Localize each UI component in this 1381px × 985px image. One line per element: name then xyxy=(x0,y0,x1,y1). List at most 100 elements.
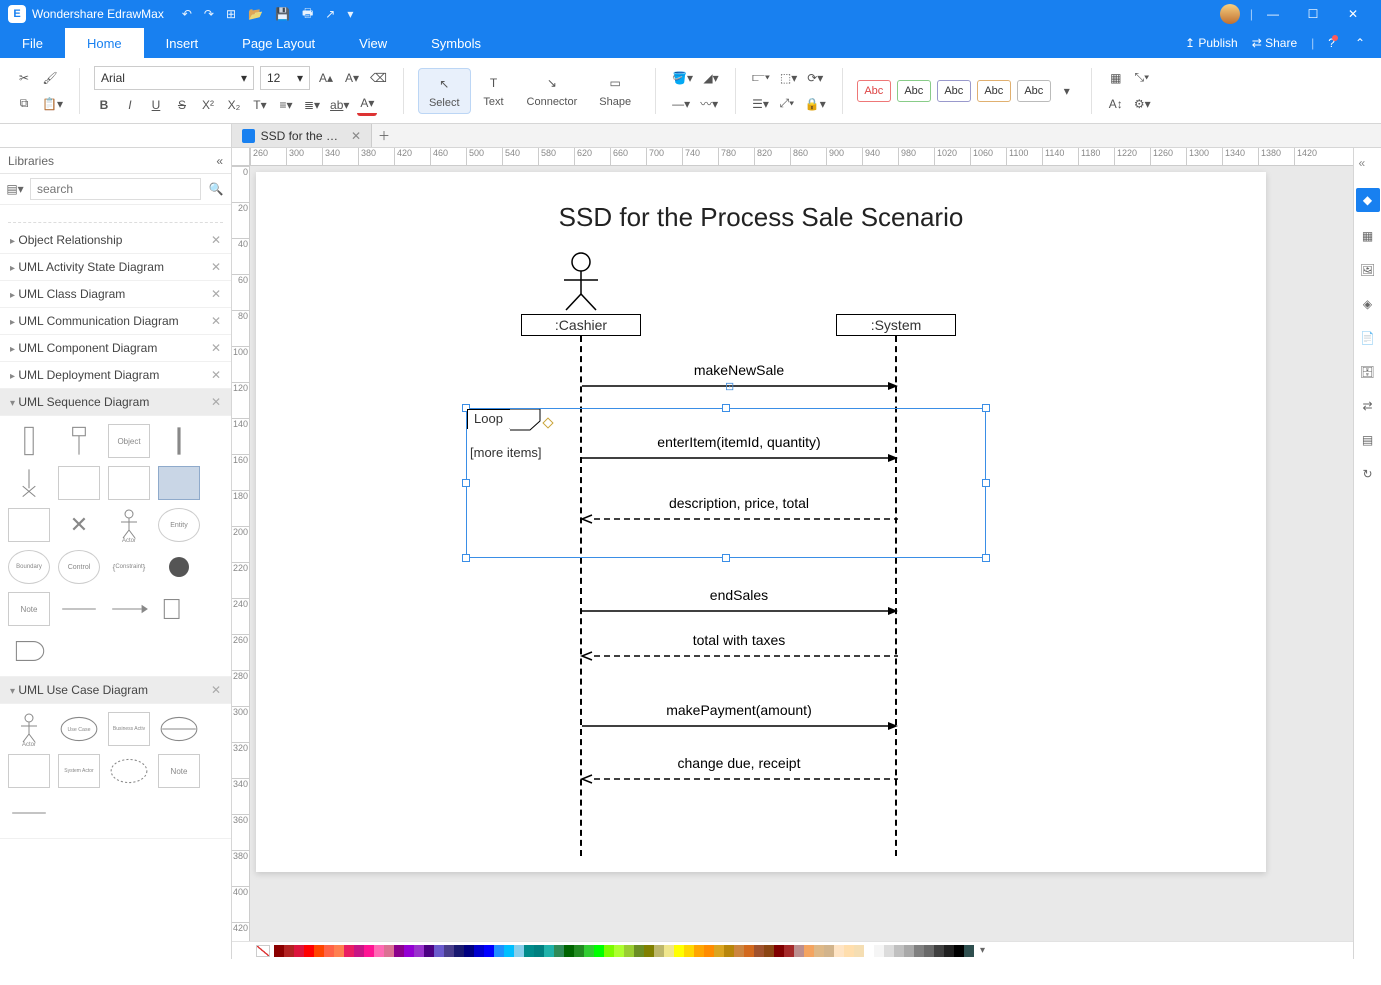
text-case-button[interactable]: T▾ xyxy=(250,94,270,116)
arrow-enteritem[interactable] xyxy=(582,454,898,464)
style-preset-2[interactable]: Abc xyxy=(897,80,931,102)
color-swatch[interactable] xyxy=(734,945,744,957)
section-uml-class[interactable]: ▸ UML Class Diagram✕ xyxy=(0,281,231,308)
tab-insert[interactable]: Insert xyxy=(144,28,221,58)
sel-handle-w[interactable] xyxy=(462,479,470,487)
color-swatch[interactable] xyxy=(764,945,774,957)
color-swatch[interactable] xyxy=(834,945,844,957)
arrow-makepayment[interactable] xyxy=(582,722,898,732)
format-painter-button[interactable]: 🖌 xyxy=(40,67,60,89)
color-swatch[interactable] xyxy=(344,945,354,957)
color-swatch[interactable] xyxy=(294,945,304,957)
style-gallery-more[interactable]: ▾ xyxy=(1057,80,1077,102)
tab-page-layout[interactable]: Page Layout xyxy=(220,28,337,58)
text-direction-button[interactable]: A↕ xyxy=(1106,93,1126,115)
color-swatch[interactable] xyxy=(494,945,504,957)
color-swatch[interactable] xyxy=(854,945,864,957)
connector-tool[interactable]: ↘Connector xyxy=(517,68,588,114)
msg-totaltaxes[interactable]: total with taxes xyxy=(582,632,896,648)
new-tab-button[interactable]: ＋ xyxy=(372,124,396,147)
close-tab-button[interactable]: ✕ xyxy=(351,129,361,143)
shape-assoc[interactable] xyxy=(8,796,50,830)
color-swatch[interactable] xyxy=(374,945,384,957)
color-swatch[interactable] xyxy=(314,945,324,957)
sel-handle-s[interactable] xyxy=(722,554,730,562)
table-button[interactable]: ▦ xyxy=(1106,67,1126,89)
new-icon[interactable]: ⊞ xyxy=(226,7,236,21)
select-tool[interactable]: ↖Select xyxy=(418,68,471,114)
page[interactable]: SSD for the Process Sale Scenario :Cashi… xyxy=(256,172,1266,872)
library-picker-button[interactable]: ▤▾ xyxy=(6,182,24,196)
document-tab[interactable]: SSD for the Pro... ✕ xyxy=(232,124,372,147)
arrow-makenewsale[interactable] xyxy=(582,382,898,392)
color-swatch[interactable] xyxy=(564,945,574,957)
color-swatch[interactable] xyxy=(584,945,594,957)
shuffle-panel-icon[interactable]: ⇄ xyxy=(1358,396,1378,416)
shadow-button[interactable]: ◢▾ xyxy=(701,67,721,89)
color-swatch[interactable] xyxy=(334,945,344,957)
shape-usecase[interactable]: Use Case xyxy=(58,712,100,746)
style-preset-3[interactable]: Abc xyxy=(937,80,971,102)
shape-business-activity[interactable]: Business Activ xyxy=(108,712,150,746)
shape-fragment-2[interactable] xyxy=(108,466,150,500)
rotate-button[interactable]: ⟳▾ xyxy=(805,67,825,89)
font-color-button[interactable]: A▾ xyxy=(357,94,377,116)
color-swatch[interactable] xyxy=(534,945,544,957)
export-icon[interactable]: ↗ xyxy=(325,7,335,21)
color-swatch[interactable] xyxy=(434,945,444,957)
msg-endsales[interactable]: endSales xyxy=(582,587,896,603)
color-swatch[interactable] xyxy=(364,945,374,957)
color-swatch[interactable] xyxy=(914,945,924,957)
diagram-title[interactable]: SSD for the Process Sale Scenario xyxy=(256,202,1266,233)
section-uml-deployment[interactable]: ▸ UML Deployment Diagram✕ xyxy=(0,362,231,389)
color-swatch[interactable] xyxy=(874,945,884,957)
user-avatar[interactable] xyxy=(1220,4,1240,24)
save-icon[interactable]: 💾 xyxy=(275,7,290,21)
expand-right-panel[interactable]: « xyxy=(1359,156,1377,174)
open-icon[interactable]: 📂 xyxy=(248,7,263,21)
shape-tool[interactable]: ▭Shape xyxy=(589,68,641,114)
color-swatch[interactable] xyxy=(814,945,824,957)
color-swatch[interactable] xyxy=(544,945,554,957)
section-uml-activity[interactable]: ▸ UML Activity State Diagram✕ xyxy=(0,254,231,281)
color-swatch[interactable] xyxy=(934,945,944,957)
shape-delay[interactable] xyxy=(158,592,200,626)
container-button[interactable]: ⤡▾ xyxy=(1132,67,1152,89)
presentation-panel-icon[interactable]: ▤ xyxy=(1358,430,1378,450)
font-family-combo[interactable]: Arial▾ xyxy=(94,66,254,90)
color-swatch[interactable] xyxy=(944,945,954,957)
arrow-endsales[interactable] xyxy=(582,607,898,617)
sel-handle-e[interactable] xyxy=(982,479,990,487)
color-swatch[interactable] xyxy=(604,945,614,957)
group-button[interactable]: ⬚▾ xyxy=(778,67,799,89)
color-swatch[interactable] xyxy=(754,945,764,957)
color-swatch[interactable] xyxy=(954,945,964,957)
shrink-font-button[interactable]: A▾ xyxy=(342,67,362,89)
arrow-changedue[interactable] xyxy=(580,775,898,785)
collapse-libraries-button[interactable]: « xyxy=(216,154,223,168)
underline-button[interactable]: U xyxy=(146,94,166,116)
page-panel-icon[interactable]: 📄 xyxy=(1358,328,1378,348)
superscript-button[interactable]: X² xyxy=(198,94,218,116)
shape-collab[interactable] xyxy=(108,754,150,788)
color-swatch[interactable] xyxy=(904,945,914,957)
lifeline-system[interactable]: :System xyxy=(836,314,956,336)
line-weight-button[interactable]: —▾ xyxy=(670,93,692,115)
tab-view[interactable]: View xyxy=(337,28,409,58)
arrow-totaltaxes[interactable] xyxy=(580,652,898,662)
color-swatch[interactable] xyxy=(694,945,704,957)
clear-format-button[interactable]: ⌫ xyxy=(368,67,389,89)
align-button[interactable]: ⫍▾ xyxy=(750,67,772,89)
canvas[interactable]: 0204060801001201401601802002202402602803… xyxy=(232,166,1353,941)
italic-button[interactable]: I xyxy=(120,94,140,116)
loop-label[interactable]: Loop xyxy=(467,409,510,429)
shape-dot[interactable] xyxy=(169,557,189,577)
shape-system[interactable] xyxy=(8,754,50,788)
shape-system-actor[interactable]: System Actor xyxy=(58,754,100,788)
search-input[interactable] xyxy=(30,178,201,200)
publish-button[interactable]: ↥ Publish xyxy=(1185,36,1238,50)
color-swatch[interactable] xyxy=(574,945,584,957)
shape-lifeline-2[interactable] xyxy=(158,424,200,458)
section-uml-communication[interactable]: ▸ UML Communication Diagram✕ xyxy=(0,308,231,335)
shape-fragment-1[interactable] xyxy=(58,466,100,500)
